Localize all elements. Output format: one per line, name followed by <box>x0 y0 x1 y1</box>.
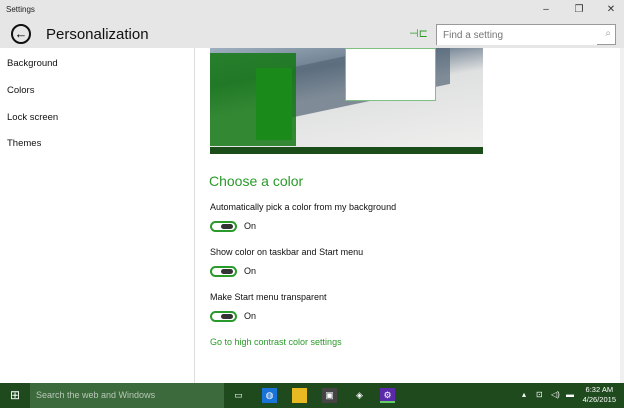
search-icon[interactable]: ⌕ <box>605 28 611 39</box>
high-contrast-link[interactable]: Go to high contrast color settings <box>210 337 342 347</box>
window-preview <box>345 48 436 101</box>
window-title: Settings <box>6 5 35 14</box>
title-bar: Settings – ❐ ✕ <box>0 0 624 20</box>
close-button[interactable]: ✕ <box>601 2 621 18</box>
page-title: Personalization <box>46 26 149 43</box>
volume-icon[interactable]: ◁) <box>551 390 560 399</box>
taskbar-color-state: On <box>244 266 257 276</box>
task-view-icon[interactable]: ▭ <box>231 388 246 403</box>
file-explorer-icon[interactable] <box>292 388 307 403</box>
transparent-toggle[interactable] <box>210 311 237 322</box>
header: ← Personalization ⊣⊏ ⌕ <box>0 20 624 48</box>
notifications-icon[interactable]: ▬ <box>566 390 574 399</box>
auto-color-toggle[interactable] <box>210 221 237 232</box>
taskbar-search[interactable]: Search the web and Windows <box>30 383 224 408</box>
sidebar: Background Colors Lock screen Themes <box>0 48 195 383</box>
color-preview-image <box>210 48 483 154</box>
section-heading: Choose a color <box>209 173 304 189</box>
sidebar-item-colors[interactable]: Colors <box>7 85 34 96</box>
clock-time: 6:32 AM <box>585 385 614 394</box>
back-button[interactable]: ← <box>11 24 31 44</box>
pin-icon[interactable]: ⊣⊏ <box>409 27 428 40</box>
search-box[interactable]: ⌕ <box>436 24 616 45</box>
edge-browser-icon[interactable]: ◍ <box>262 388 277 403</box>
auto-color-state: On <box>244 221 257 231</box>
show-hidden-icons[interactable]: ▴ <box>522 390 526 399</box>
virtualbox-icon[interactable]: ◈ <box>352 388 367 403</box>
minimize-button[interactable]: – <box>536 2 556 18</box>
scrollbar[interactable] <box>620 48 624 383</box>
transparent-state: On <box>244 311 257 321</box>
store-icon[interactable]: ▣ <box>322 388 337 403</box>
settings-icon[interactable]: ⚙ <box>380 388 395 403</box>
taskbar: ⊞ Search the web and Windows ▭ ◍ ▣ ◈ ⚙ ▴… <box>0 383 624 408</box>
sidebar-item-background[interactable]: Background <box>7 58 58 69</box>
taskbar-color-toggle[interactable] <box>210 266 237 277</box>
tile-preview <box>256 68 292 140</box>
restore-button[interactable]: ❐ <box>569 2 589 18</box>
windows-start-icon[interactable]: ⊞ <box>0 383 30 408</box>
network-icon[interactable]: ⊡ <box>536 390 543 399</box>
search-input[interactable] <box>437 26 597 45</box>
taskbar-preview <box>210 147 483 154</box>
transparent-label: Make Start menu transparent <box>210 292 327 302</box>
clock-date: 4/26/2015 <box>582 395 616 404</box>
taskbar-color-label: Show color on taskbar and Start menu <box>210 247 364 257</box>
sidebar-item-lock-screen[interactable]: Lock screen <box>7 112 58 123</box>
sidebar-item-themes[interactable]: Themes <box>7 138 41 149</box>
auto-color-label: Automatically pick a color from my backg… <box>210 202 397 212</box>
clock[interactable]: 6:32 AM 4/26/2015 <box>583 385 616 405</box>
